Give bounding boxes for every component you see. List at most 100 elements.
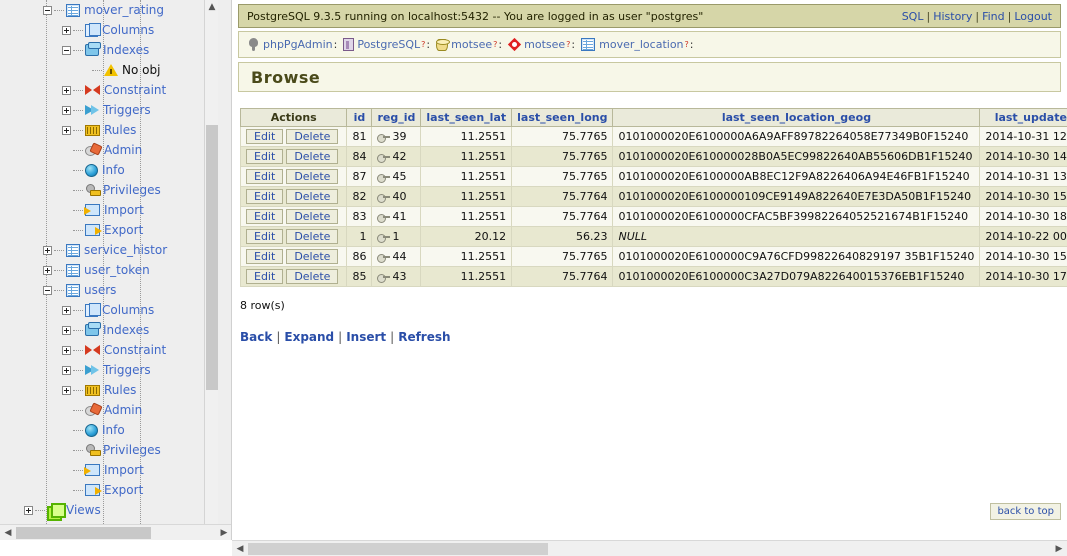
- tree-node-privileges[interactable]: Privileges: [0, 180, 218, 200]
- tree-node-info[interactable]: Info: [0, 420, 218, 440]
- breadcrumb-item-postgresql[interactable]: PostgreSQL?:: [343, 38, 434, 51]
- breadcrumb-item-database[interactable]: motsee?:: [436, 38, 506, 51]
- logout-link[interactable]: Logout: [1014, 10, 1052, 23]
- tree-node-import[interactable]: Import: [0, 460, 218, 480]
- tree-scroll-thumb[interactable]: [206, 125, 218, 390]
- tree-node-label[interactable]: Info: [102, 160, 125, 180]
- breadcrumb-item-schema[interactable]: motsee?:: [508, 38, 579, 51]
- breadcrumb-label[interactable]: motsee: [451, 38, 492, 51]
- tree-horizontal-scrollbar[interactable]: ◀ ▶: [0, 524, 232, 540]
- tree-node-columns[interactable]: Columns: [0, 300, 218, 320]
- expand-toggle-icon[interactable]: [62, 305, 71, 315]
- edit-row-button[interactable]: Edit: [246, 209, 284, 224]
- back-to-top-box[interactable]: back to top: [990, 503, 1061, 520]
- scroll-up-arrow-icon[interactable]: ▲: [205, 0, 219, 14]
- tree-node-label[interactable]: Privileges: [103, 440, 161, 460]
- tree-node-constraint[interactable]: Constraint: [0, 340, 218, 360]
- back-to-top-link[interactable]: back to top: [997, 506, 1054, 517]
- edit-row-button[interactable]: Edit: [246, 189, 284, 204]
- sql-link[interactable]: SQL: [902, 10, 924, 23]
- tree-node-export[interactable]: Export: [0, 220, 218, 240]
- tree-node-label[interactable]: Admin: [104, 140, 142, 160]
- tree-node-no-obj[interactable]: No obj: [0, 60, 218, 80]
- tree-node-label[interactable]: Columns: [102, 20, 154, 40]
- tree-node-label[interactable]: Import: [104, 460, 144, 480]
- tree-node-label[interactable]: user_token: [84, 260, 150, 280]
- breadcrumb-label[interactable]: mover_location: [599, 38, 683, 51]
- help-icon[interactable]: ?: [421, 40, 425, 49]
- expand-toggle-icon[interactable]: [62, 85, 71, 95]
- tree-node-constraint[interactable]: Constraint: [0, 80, 218, 100]
- tree-node-label[interactable]: Info: [102, 420, 125, 440]
- tree-node-views[interactable]: Views: [0, 500, 218, 521]
- expand-toggle-icon[interactable]: [62, 125, 71, 135]
- tree-node-label[interactable]: Triggers: [103, 100, 151, 120]
- tree-node-label[interactable]: Export: [104, 480, 143, 500]
- column-header-last_seen_location_geog[interactable]: last_seen_location_geog: [612, 108, 981, 127]
- breadcrumb-item-phppgadmin[interactable]: phpPgAdmin:: [247, 38, 341, 51]
- global-links[interactable]: SQL | History | Find | Logout: [902, 10, 1052, 23]
- tree-node-label[interactable]: users: [84, 280, 116, 300]
- help-icon[interactable]: ?: [566, 40, 570, 49]
- tree-node-service-histor[interactable]: service_histor: [0, 240, 218, 260]
- expand-toggle-icon[interactable]: [62, 385, 71, 395]
- breadcrumb[interactable]: phpPgAdmin: PostgreSQL?: motsee?: motsee…: [238, 31, 1061, 58]
- tree-node-label[interactable]: Columns: [102, 300, 154, 320]
- expand-toggle-icon[interactable]: [62, 105, 71, 115]
- tree-node-label[interactable]: Views: [66, 500, 101, 520]
- column-header-last_updated_at[interactable]: last_updated_at: [979, 108, 1067, 127]
- tree-node-label[interactable]: Indexes: [103, 320, 149, 340]
- edit-row-button[interactable]: Edit: [246, 249, 284, 264]
- expand-toggle-icon[interactable]: [62, 25, 71, 35]
- collapse-toggle-icon[interactable]: [43, 285, 52, 295]
- column-header-last_seen_long[interactable]: last_seen_long: [511, 108, 614, 127]
- tree-node-indexes[interactable]: Indexes: [0, 320, 218, 340]
- delete-row-button[interactable]: Delete: [286, 269, 339, 284]
- tree-node-mover-rating[interactable]: mover_rating: [0, 0, 218, 20]
- tree-node-import[interactable]: Import: [0, 200, 218, 220]
- collapse-toggle-icon[interactable]: [43, 5, 52, 15]
- breadcrumb-label[interactable]: phpPgAdmin: [263, 38, 333, 51]
- delete-row-button[interactable]: Delete: [286, 229, 339, 244]
- tree-node-triggers[interactable]: Triggers: [0, 360, 218, 380]
- tree-node-user-token[interactable]: user_token: [0, 260, 218, 280]
- expand-toggle-icon[interactable]: [43, 245, 52, 255]
- help-icon[interactable]: ?: [493, 40, 497, 49]
- delete-row-button[interactable]: Delete: [286, 189, 339, 204]
- tree-node-triggers[interactable]: Triggers: [0, 100, 218, 120]
- insert-link[interactable]: Insert: [346, 330, 386, 344]
- scroll-right-arrow-icon[interactable]: ▶: [216, 525, 232, 540]
- tree-node-list[interactable]: mover_rating Columns Indexes No obj Constrai…: [0, 0, 218, 540]
- breadcrumb-label[interactable]: motsee: [524, 38, 565, 51]
- edit-row-button[interactable]: Edit: [246, 169, 284, 184]
- tree-node-label[interactable]: Rules: [104, 120, 136, 140]
- expand-link[interactable]: Expand: [284, 330, 334, 344]
- collapse-toggle-icon[interactable]: [62, 45, 71, 55]
- tree-node-columns[interactable]: Columns: [0, 20, 218, 40]
- tree-scroll-area[interactable]: mover_rating Columns Indexes No obj Constrai…: [0, 0, 218, 540]
- history-link[interactable]: History: [933, 10, 972, 23]
- tree-node-label[interactable]: mover_rating: [84, 0, 164, 20]
- help-icon[interactable]: ?: [685, 40, 689, 49]
- tree-node-rules[interactable]: Rules: [0, 120, 218, 140]
- tree-node-label[interactable]: Constraint: [104, 340, 166, 360]
- tree-node-admin[interactable]: Admin: [0, 400, 218, 420]
- back-link[interactable]: Back: [240, 330, 272, 344]
- tree-node-label[interactable]: Rules: [104, 380, 136, 400]
- tree-node-indexes[interactable]: Indexes: [0, 40, 218, 60]
- tree-node-label[interactable]: Indexes: [103, 40, 149, 60]
- tree-node-label[interactable]: Admin: [104, 400, 142, 420]
- tree-node-privileges[interactable]: Privileges: [0, 440, 218, 460]
- delete-row-button[interactable]: Delete: [286, 249, 339, 264]
- tree-vertical-scrollbar[interactable]: ▲ ▼: [204, 0, 218, 540]
- refresh-link[interactable]: Refresh: [398, 330, 450, 344]
- tree-node-info[interactable]: Info: [0, 160, 218, 180]
- expand-toggle-icon[interactable]: [24, 505, 33, 515]
- delete-row-button[interactable]: Delete: [286, 169, 339, 184]
- tree-node-label[interactable]: Constraint: [104, 80, 166, 100]
- tree-node-users[interactable]: users: [0, 280, 218, 300]
- delete-row-button[interactable]: Delete: [286, 149, 339, 164]
- find-link[interactable]: Find: [982, 10, 1005, 23]
- main-scroll-left-arrow-icon[interactable]: ◀: [232, 541, 248, 556]
- expand-toggle-icon[interactable]: [62, 365, 71, 375]
